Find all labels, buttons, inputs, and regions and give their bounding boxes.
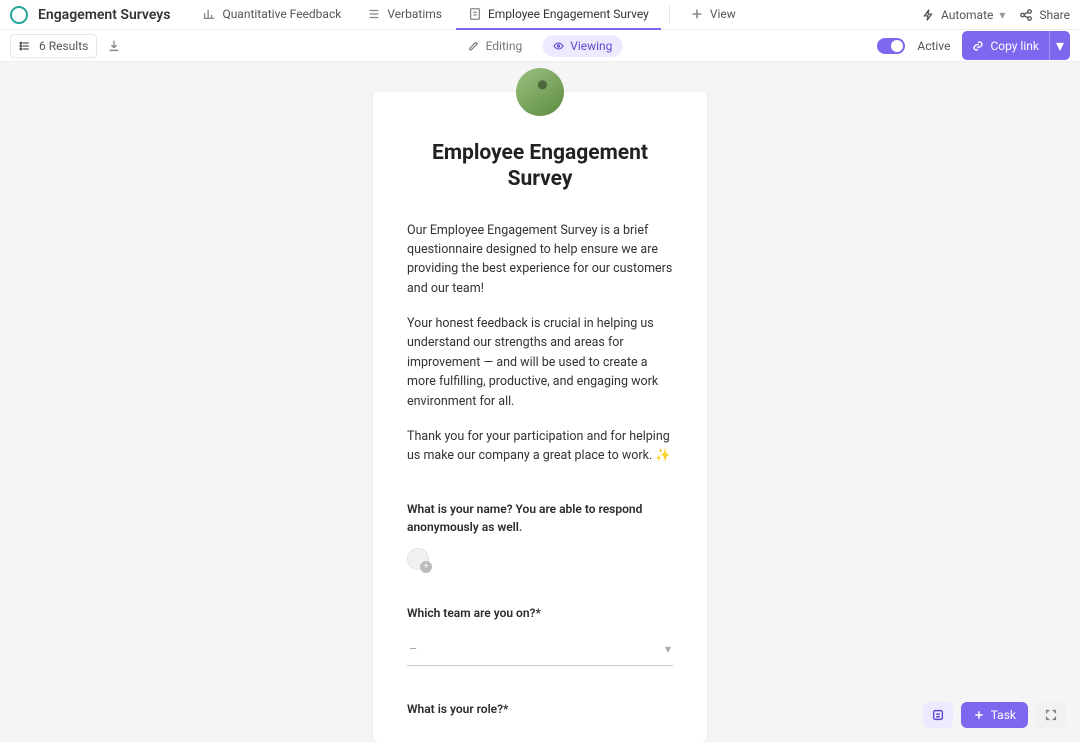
editing-mode-button[interactable]: Editing — [458, 35, 533, 57]
intro-paragraph: Our Employee Engagement Survey is a brie… — [407, 221, 673, 299]
plus-icon — [973, 709, 985, 721]
copy-link-label: Copy link — [990, 39, 1039, 53]
results-label: 6 Results — [39, 39, 88, 53]
bolt-icon — [921, 8, 935, 22]
divider — [669, 6, 670, 24]
form-canvas[interactable]: Employee Engagement Survey Our Employee … — [0, 62, 1080, 742]
select-placeholder: – — [409, 642, 417, 657]
active-toggle[interactable] — [877, 38, 905, 54]
tab-verbatims[interactable]: Verbatims — [355, 0, 454, 30]
note-icon — [931, 708, 945, 722]
add-view-button[interactable]: View — [678, 0, 748, 30]
form-toolbar: 6 Results Editing Viewing Active — [0, 30, 1080, 62]
question-label: What is your role?* — [407, 700, 673, 718]
bar-chart-icon — [202, 7, 216, 21]
top-bar: Engagement Surveys Quantitative Feedback… — [0, 0, 1080, 30]
tab-quantitative-feedback[interactable]: Quantitative Feedback — [190, 0, 353, 30]
viewing-label: Viewing — [570, 39, 612, 53]
intro-paragraph: Thank you for your participation and for… — [407, 427, 673, 466]
expand-fab[interactable] — [1036, 702, 1066, 728]
expand-icon — [1044, 708, 1058, 722]
team-select[interactable]: – ▾ — [407, 636, 673, 666]
list-bullets-icon — [19, 40, 31, 52]
form-cover-image — [516, 68, 564, 116]
assignee-picker[interactable] — [407, 548, 429, 570]
form-icon — [468, 7, 482, 21]
copy-link-group: Copy link ▾ — [962, 31, 1070, 60]
form-title: Employee Engagement Survey — [407, 140, 673, 193]
eye-icon — [552, 40, 564, 52]
chevron-down-icon: ▾ — [1056, 36, 1064, 55]
note-fab[interactable] — [923, 702, 953, 728]
editing-label: Editing — [486, 39, 523, 53]
breadcrumb-title[interactable]: Engagement Surveys — [38, 7, 170, 23]
floating-actions: Task — [923, 702, 1066, 728]
viewing-mode-button[interactable]: Viewing — [542, 35, 622, 57]
mode-toggle-group: Editing Viewing — [458, 35, 623, 57]
top-right-controls: Automate ▾ Share — [921, 8, 1070, 22]
tab-label: Verbatims — [387, 7, 442, 21]
add-view-label: View — [710, 7, 736, 21]
form-intro: Our Employee Engagement Survey is a brie… — [407, 221, 673, 466]
workspace-icon[interactable] — [10, 6, 28, 24]
question-team: Which team are you on?* – ▾ — [407, 604, 673, 666]
results-button[interactable]: 6 Results — [10, 34, 97, 58]
share-button[interactable]: Share — [1019, 8, 1070, 22]
question-label: What is your name? You are able to respo… — [407, 500, 673, 536]
plus-icon — [690, 7, 704, 21]
share-label: Share — [1039, 8, 1070, 22]
form-card: Employee Engagement Survey Our Employee … — [373, 92, 707, 742]
role-select[interactable]: – ▾ — [407, 732, 673, 742]
select-placeholder: – — [409, 738, 417, 742]
copy-link-button[interactable]: Copy link — [962, 31, 1049, 60]
question-name: What is your name? You are able to respo… — [407, 500, 673, 570]
list-icon — [367, 7, 381, 21]
automate-label: Automate — [941, 8, 993, 22]
new-task-fab[interactable]: Task — [961, 702, 1028, 728]
view-tabs: Quantitative Feedback Verbatims Employee… — [190, 0, 747, 30]
automate-button[interactable]: Automate ▾ — [921, 8, 1005, 22]
tab-label: Quantitative Feedback — [222, 7, 341, 21]
copy-link-dropdown[interactable]: ▾ — [1049, 31, 1070, 60]
pencil-icon — [468, 40, 480, 52]
chevron-down-icon: ▾ — [999, 8, 1005, 22]
tab-label: Employee Engagement Survey — [488, 7, 649, 21]
share-icon — [1019, 8, 1033, 22]
intro-paragraph: Your honest feedback is crucial in helpi… — [407, 314, 673, 411]
question-role: What is your role?* – ▾ — [407, 700, 673, 742]
chevron-down-icon: ▾ — [665, 738, 671, 742]
task-label: Task — [991, 708, 1016, 722]
download-button[interactable] — [107, 39, 121, 53]
tab-employee-engagement-survey[interactable]: Employee Engagement Survey — [456, 0, 661, 30]
question-label: Which team are you on?* — [407, 604, 673, 622]
chevron-down-icon: ▾ — [665, 642, 671, 656]
link-icon — [972, 40, 984, 52]
active-label: Active — [917, 39, 950, 53]
